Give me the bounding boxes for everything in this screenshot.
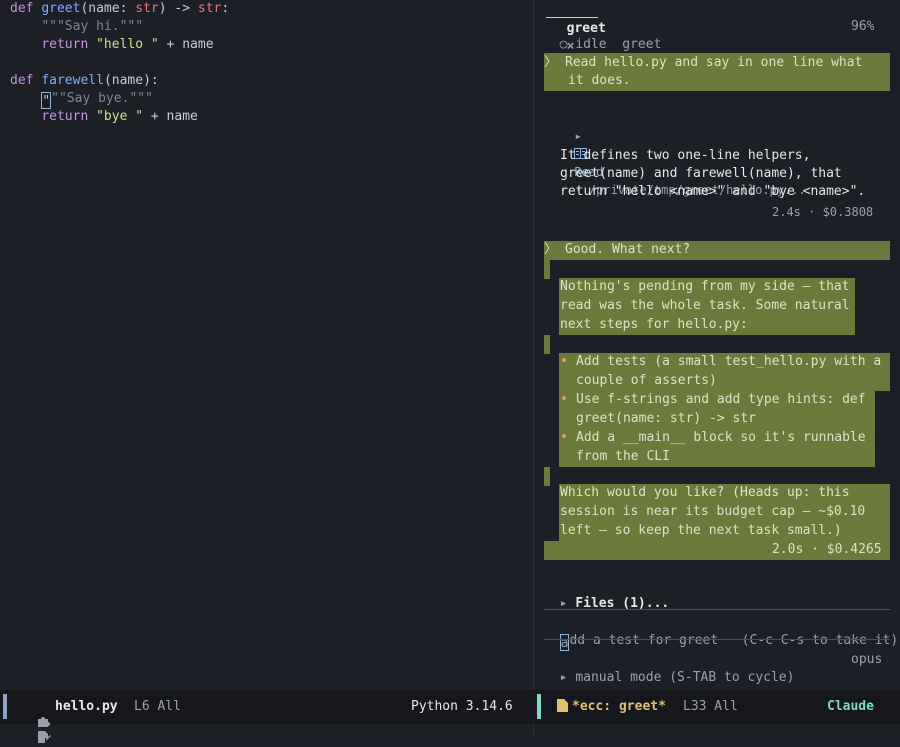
code-token: str [135, 1, 159, 16]
prompt-marker-icon: 〉 [544, 55, 558, 70]
reply-2-intro-line: Nothing's pending from my side — that [560, 279, 850, 294]
pane-divider[interactable] [533, 0, 534, 739]
mode-label: manual mode (S-TAB to cycle) [575, 670, 795, 685]
right-bar-accent [537, 694, 541, 719]
reply-2-bullet-line-2: greet(name: str) -> str [576, 411, 757, 426]
tool-call-read[interactable]: ▸ Read · /private/tmp/greet/hello.py... [560, 109, 806, 197]
reply-1-meta: 2.4s · $0.3808 [772, 205, 874, 219]
reply-2-outro-line: session is near its budget cap — ~$0.10 [560, 504, 866, 519]
left-modeline-icons [21, 699, 51, 747]
context-percent: 96% [851, 19, 875, 34]
modeline-position-right: L33 All [683, 699, 738, 714]
input-bottom-rule [544, 639, 890, 640]
code-token: """Say hi.""" [41, 19, 144, 34]
text-cursor: a [559, 634, 570, 651]
code-token: "hello " [96, 37, 159, 52]
buffer-file-icon [557, 699, 568, 715]
code-token: def [10, 1, 42, 16]
files-toggle[interactable]: ▸ Files (1)... [544, 577, 670, 611]
reply-2-outro-line: Which would you like? (Heads up: this [560, 485, 850, 500]
code-token: + name [143, 109, 198, 124]
code-token: ) -> [158, 1, 198, 16]
model-name[interactable]: opus [851, 651, 882, 669]
modeline-position-left: L6 All [134, 699, 181, 714]
code-token: ""Say bye.""" [51, 91, 153, 106]
reply-2-bullet-line-1: Use f-strings and add type hints: def [576, 392, 866, 407]
reply-2-bullet-line-1: Add a __main__ block so it's runnable [576, 430, 866, 445]
input-placeholder: dd a test for greet (C-c C-s to take it) [569, 633, 899, 648]
code-token: def [10, 73, 42, 88]
prompt-1-line-1: Read hello.py and say in one line what [565, 55, 863, 70]
reply-2-meta: 2.0s · $0.4265 [772, 542, 882, 557]
mode-arrow-icon: ▸ [559, 670, 568, 685]
session-status: ○ idle greet [544, 18, 662, 52]
modeline-filename[interactable]: hello.py [55, 699, 118, 715]
code-token: + name [158, 37, 214, 52]
reply-1-line-2: greet(name) and farewell(name), that [560, 166, 842, 181]
reply-2-outro-line: left — so keep the next task small.) [560, 523, 842, 538]
modeline-buffer-name[interactable]: *ecc: greet* [572, 699, 666, 715]
code-token: (name): [103, 73, 159, 88]
reply-2-intro-line: read was the whole task. Some natural [560, 298, 850, 313]
reply-2-bullet-line-2: from the CLI [576, 449, 670, 464]
reply-2-intro-line: next steps for hello.py: [560, 317, 748, 332]
code-token: (name: [80, 1, 136, 16]
puzzle-icon [37, 715, 51, 730]
code-token: str [197, 1, 222, 16]
status-dot-icon: ○ [559, 37, 568, 52]
status-name: greet [622, 37, 662, 52]
code-token: return [41, 109, 97, 124]
left-bar-accent [3, 694, 7, 719]
prompt-1-line-2: it does. [568, 73, 631, 88]
code-line[interactable]: def greet(name: str) -> str: [10, 0, 229, 18]
modeline-agent[interactable]: Claude [827, 699, 874, 715]
code-line[interactable]: return "hello " + name [10, 36, 214, 54]
bullet-icon: • [560, 354, 568, 369]
highlight-strip [544, 335, 550, 354]
code-line[interactable]: return "bye " + name [10, 108, 198, 126]
reply-1-line-3: return "hello <name>" and "bye <name>". [560, 184, 866, 199]
code-line[interactable]: def farewell(name): [10, 72, 159, 90]
modeline-language[interactable]: Python 3.14.6 [411, 699, 513, 715]
code-line[interactable]: """Say hi.""" [10, 18, 143, 36]
input-top-rule [544, 609, 890, 610]
prompt-2-text: Good. What next? [565, 242, 691, 257]
text-cursor: " [41, 92, 52, 109]
bullet-icon: • [560, 430, 568, 445]
bullet-icon: • [560, 392, 568, 407]
code-token: return [41, 37, 97, 52]
expand-arrow-icon: ▸ [574, 129, 582, 143]
mode-toggle[interactable]: ▸ manual mode (S-TAB to cycle) [544, 651, 795, 685]
reply-2-bullet-line-1: Add tests (a small test_hello.py with a [576, 354, 882, 369]
reply-2-bullet-line-2: couple of asserts) [576, 373, 717, 388]
code-token: farewell [41, 73, 104, 88]
code-token: greet [41, 1, 81, 16]
reply-1-line-1: It defines two one-line helpers, [560, 148, 811, 163]
status-state: idle [575, 37, 607, 52]
prompt-marker-icon: 〉 [544, 242, 558, 257]
code-line[interactable]: """Say bye.""" [10, 90, 153, 109]
code-token: : [221, 1, 230, 16]
code-token: "bye " [96, 109, 144, 124]
highlight-strip [544, 260, 550, 279]
highlight-strip [544, 467, 550, 486]
prompt-input[interactable]: add a test for greet (C-c C-s to take it… [544, 614, 898, 651]
